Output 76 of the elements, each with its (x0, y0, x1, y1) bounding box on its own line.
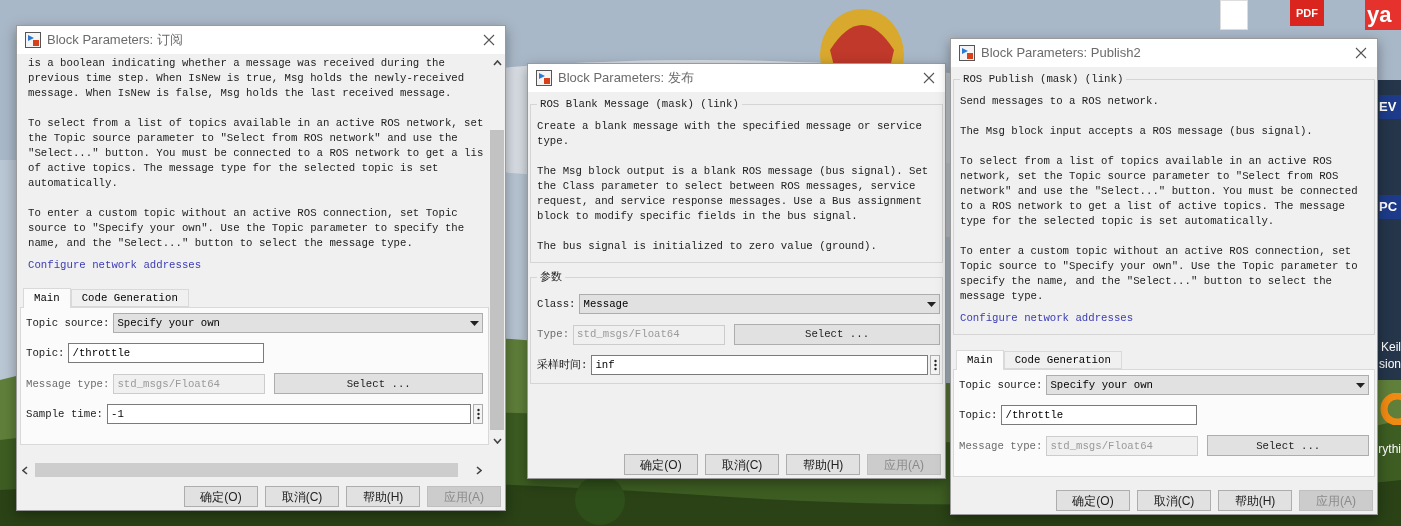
app-icon[interactable]: EV (1379, 95, 1401, 119)
field-label: Type: (537, 327, 570, 343)
dialog-button[interactable]: 确定(O) (184, 486, 258, 507)
block-icon (25, 32, 41, 48)
caret-icon (1356, 382, 1365, 388)
app-icon[interactable]: PC (1379, 195, 1401, 219)
field-label: Topic source: (959, 378, 1043, 393)
icon-label: sion (1379, 357, 1401, 371)
description-text: To enter a custom topic without an active ROS connection, set Topic source to "Specify your own". Use the Topic parameter to specify the name, and the "Select..." button to select the message type. (960, 244, 1359, 304)
icon-label: rythi (1378, 442, 1401, 456)
configure-link[interactable]: Configure network addresses (960, 310, 1134, 327)
description-text: is a boolean indicating whether a message was received during the previous time step. When IsNew is true, Msg holds the newly-received message. When IsNew is false, Msg holds the last received message. (28, 56, 466, 101)
dialog-button[interactable]: 确定(O) (1056, 490, 1130, 511)
dropdown[interactable]: Specify your own (1046, 375, 1369, 396)
input-field[interactable]: -1 (106, 404, 471, 425)
icon-label: Keil (1381, 340, 1401, 354)
field-label: Sample time: (26, 407, 103, 422)
description-text: The Msg block input accepts a ROS message (bus signal). (960, 124, 1314, 139)
more-icon (476, 408, 480, 421)
input-field: std_msgs/Float64 (573, 324, 726, 345)
dialog-button[interactable]: 帮助(H) (786, 454, 860, 475)
dialog-button[interactable]: 取消(C) (1137, 490, 1211, 511)
group-title: ROS Publish (mask) (link) (960, 71, 1127, 87)
scrollbar-thumb[interactable] (35, 463, 458, 477)
input-field: std_msgs/Float64 (1046, 435, 1199, 456)
description-text: To enter a custom topic without an active ROS connection, set Topic source to "Specify your own". Use the Topic parameter to specify the name, and the "Select..." button to select the message type. (28, 206, 466, 251)
pdf-icon[interactable]: PDF (1290, 0, 1324, 26)
description-text: Create a blank message with the specified message or service type. (537, 119, 923, 149)
app-icon[interactable]: ya (1365, 0, 1401, 30)
input-field[interactable]: inf (591, 355, 928, 375)
input-field[interactable]: /throttle (68, 343, 265, 364)
menu-button[interactable] (473, 404, 483, 425)
more-icon (933, 359, 937, 371)
block-icon (536, 70, 552, 86)
field-label: Topic: (26, 346, 65, 361)
group-title: ROS Blank Message (mask) (link) (537, 96, 742, 112)
field-label: Topic: (959, 408, 998, 423)
field-label: Message type: (959, 438, 1043, 454)
tab[interactable]: Code Generation (70, 289, 189, 308)
dropdown[interactable]: Specify your own (113, 313, 483, 334)
block-icon (959, 45, 975, 61)
select-button[interactable]: Select ... (734, 324, 940, 345)
tab[interactable]: Code Generation (1003, 351, 1122, 370)
tab[interactable]: Main (956, 350, 1004, 371)
input-field[interactable]: /throttle (1001, 405, 1198, 426)
field-label: Message type: (26, 376, 110, 392)
caret-icon (470, 320, 479, 326)
configure-link[interactable]: Configure network addresses (28, 257, 202, 274)
close-icon[interactable] (1355, 47, 1367, 59)
select-button[interactable]: Select ... (1207, 435, 1369, 457)
window-title: Block Parameters: 发布 (558, 69, 694, 88)
group-title: 参数 (537, 269, 565, 285)
dialog-button[interactable]: 取消(C) (265, 486, 339, 507)
description-text: The bus signal is initialized to zero value (ground). (537, 239, 878, 254)
input-field: std_msgs/Float64 (113, 373, 266, 394)
field-label: Topic source: (26, 316, 110, 331)
dialog-button[interactable]: 确定(O) (624, 454, 698, 475)
window-title: Block Parameters: Publish2 (981, 44, 1141, 63)
dialog-button[interactable]: 取消(C) (705, 454, 779, 475)
description-text: The Msg block output is a blank ROS message (bus signal). Set the Class parameter to select between ROS messages, service request, and service response messages. Use a Bus assignment block to modify specific fields in the bus signal. (537, 164, 930, 224)
select-button[interactable]: Select ... (274, 373, 483, 395)
dropdown[interactable]: Message (579, 294, 940, 314)
close-icon[interactable] (923, 72, 935, 84)
field-label: Class: (537, 296, 576, 312)
description-text: To select from a list of topics available in an active ROS network, set the Topic source parameter to "Select from ROS network" and use the "Select..." button. You must be connected to a ROS network to get a lis of active topics. The message type for the selected topic is set automatically. (28, 116, 485, 191)
tab[interactable]: Main (23, 288, 71, 309)
close-icon[interactable] (483, 34, 495, 46)
description-text: To select from a list of topics available in an active ROS network, set the Topic source parameter to "Select from ROS network" and use the "Select..." button. You must be connected to a ROS network to get a list of active topics. The message type for the selected topic is set automatically. (960, 154, 1359, 229)
window-title: Block Parameters: 订阅 (47, 31, 183, 50)
caret-icon (927, 301, 936, 307)
description-text: Send messages to a ROS network. (960, 94, 1160, 109)
dialog-button[interactable]: 帮助(H) (346, 486, 420, 507)
dialog-button[interactable]: 帮助(H) (1218, 490, 1292, 511)
scrollbar-thumb[interactable] (490, 130, 504, 430)
field-label: 采样时间: (537, 357, 588, 373)
menu-button[interactable] (930, 355, 940, 375)
